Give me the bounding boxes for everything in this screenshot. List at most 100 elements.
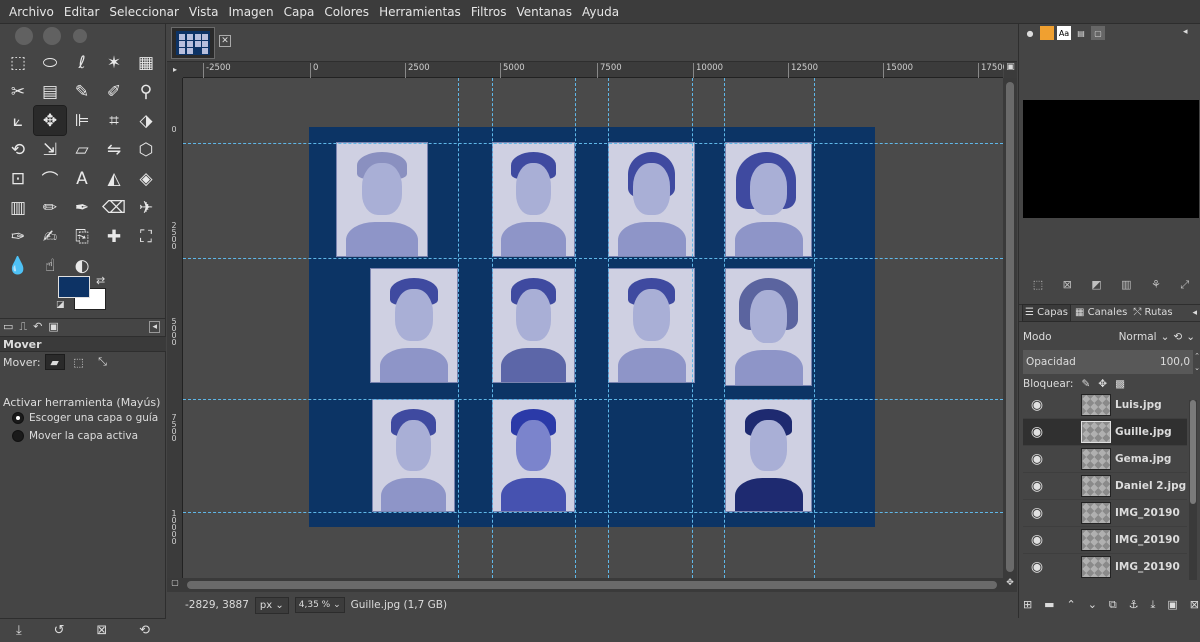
layer-row[interactable]: ◉ Daniel 2.jpg bbox=[1023, 473, 1187, 500]
vertical-scrollbar[interactable] bbox=[1003, 78, 1017, 578]
horizontal-scrollbar[interactable] bbox=[183, 578, 1003, 592]
brush-delete-icon[interactable]: ⤢ bbox=[1180, 278, 1189, 292]
horizontal-guide[interactable] bbox=[183, 143, 1003, 144]
text-icon[interactable]: A bbox=[66, 164, 98, 193]
move-icon[interactable]: ✥ bbox=[33, 105, 67, 136]
save-preset-icon[interactable]: ⤓ bbox=[16, 623, 22, 638]
move-path-mode-button[interactable]: ⤡ bbox=[93, 354, 113, 370]
opacity-stepper[interactable]: ⌃ ⌄ bbox=[1193, 350, 1200, 374]
zoom-select[interactable]: 4,35 % ⌄ bbox=[294, 597, 345, 613]
measure-icon[interactable]: ⟀ bbox=[2, 106, 34, 135]
new-layer-icon[interactable]: ⊞ bbox=[1023, 598, 1032, 612]
visibility-eye-icon[interactable]: ◉ bbox=[1023, 478, 1051, 494]
menu-filtros[interactable]: Filtros bbox=[466, 0, 512, 24]
layer-row[interactable]: ◉ IMG_20190 bbox=[1023, 527, 1187, 554]
menu-colores[interactable]: Colores bbox=[319, 0, 374, 24]
ink-icon[interactable]: ✑ bbox=[2, 222, 34, 251]
pencil-icon[interactable]: ✏ bbox=[34, 193, 66, 222]
layer-row[interactable]: ◉ IMG_20190 bbox=[1023, 554, 1187, 580]
fonts-tab-icon[interactable]: Aa bbox=[1057, 26, 1071, 40]
paths-icon[interactable]: ✎ bbox=[66, 77, 98, 106]
tab-rutas[interactable]: ⤲ Rutas bbox=[1131, 305, 1174, 321]
lock-alpha-icon[interactable]: ▩ bbox=[1115, 378, 1125, 390]
horizontal-ruler[interactable]: -2500 0 2500 5000 7500 10000 12500 15000 17500 bbox=[183, 62, 1008, 78]
blur-icon[interactable]: 💧 bbox=[2, 251, 34, 280]
vertical-guide[interactable] bbox=[608, 78, 609, 578]
horizontal-guide[interactable] bbox=[183, 512, 1003, 513]
dock-menu-icon[interactable]: ◂ bbox=[1183, 27, 1188, 37]
close-image-tab-icon[interactable]: ✕ bbox=[219, 35, 231, 47]
perspective-clone-icon[interactable]: ⛶ bbox=[130, 222, 162, 251]
layer-row[interactable]: ◉ Gema.jpg bbox=[1023, 446, 1187, 473]
brush-duplicate-icon[interactable]: ⚘ bbox=[1151, 278, 1161, 292]
unit-select[interactable]: px ⌄ bbox=[254, 596, 289, 614]
eraser-icon[interactable]: ⌫ bbox=[98, 193, 130, 222]
brush-list-icon[interactable]: ⊠ bbox=[1063, 278, 1072, 292]
vertical-ruler[interactable]: 0 2500 5000 7500 10000 bbox=[167, 78, 183, 578]
swap-colors-icon[interactable]: ⇄ bbox=[96, 274, 105, 287]
layers-scrollbar[interactable] bbox=[1189, 400, 1197, 580]
vertical-guide[interactable] bbox=[692, 78, 693, 578]
vertical-guide[interactable] bbox=[814, 78, 815, 578]
tab-menu-icon[interactable]: ◂ bbox=[149, 320, 160, 333]
tool-options-tab-icon[interactable]: ▭ bbox=[3, 320, 13, 333]
patterns-tab-icon[interactable]: ■ bbox=[1040, 26, 1054, 40]
layers-dock-menu-icon[interactable]: ◂ bbox=[1192, 308, 1197, 318]
reset-colors-icon[interactable]: ◪ bbox=[56, 300, 65, 310]
radio-pick-layer[interactable] bbox=[12, 412, 24, 424]
menu-editar[interactable]: Editar bbox=[59, 0, 105, 24]
free-select-icon[interactable]: ℓ bbox=[66, 48, 98, 77]
horizontal-guide[interactable] bbox=[183, 258, 1003, 259]
visibility-eye-icon[interactable]: ◉ bbox=[1023, 532, 1051, 548]
mode-reset-icon[interactable]: ⟲ bbox=[1173, 331, 1182, 343]
menu-capa[interactable]: Capa bbox=[279, 0, 320, 24]
move-selection-mode-button[interactable]: ⬚ bbox=[69, 354, 89, 370]
delete-preset-icon[interactable]: ⊠ bbox=[96, 623, 107, 638]
layer-row[interactable]: ◉ Guille.jpg bbox=[1023, 419, 1187, 446]
ruler-corner-icon[interactable]: ▸ bbox=[167, 62, 183, 78]
brush-edit-icon[interactable]: ◩ bbox=[1091, 278, 1101, 292]
restore-preset-icon[interactable]: ↺ bbox=[54, 623, 65, 638]
menu-ventanas[interactable]: Ventanas bbox=[511, 0, 577, 24]
paintbrush-icon[interactable]: ✒ bbox=[66, 193, 98, 222]
perspective-icon[interactable]: ⬡ bbox=[130, 135, 162, 164]
align-icon[interactable]: ⊫ bbox=[66, 106, 98, 135]
radio-pick-layer-row[interactable]: Escoger una capa o guía bbox=[12, 412, 158, 424]
flip-icon[interactable]: ⇋ bbox=[98, 135, 130, 164]
fuzzy-select-icon[interactable]: ✶ bbox=[98, 48, 130, 77]
navigate-icon[interactable]: ✥ bbox=[1003, 578, 1017, 592]
menu-vista[interactable]: Vista bbox=[184, 0, 224, 24]
mypaint-brush-icon[interactable]: ✍ bbox=[34, 222, 66, 251]
menu-archivo[interactable]: Archivo bbox=[4, 0, 59, 24]
gradient-icon[interactable]: ▥ bbox=[2, 193, 34, 222]
lock-position-icon[interactable]: ✥ bbox=[1098, 378, 1107, 390]
rotate-icon[interactable]: ⟲ bbox=[2, 135, 34, 164]
menu-seleccionar[interactable]: Seleccionar bbox=[104, 0, 183, 24]
scale-icon[interactable]: ⇲ bbox=[34, 135, 66, 164]
image-canvas[interactable] bbox=[183, 78, 1003, 578]
visibility-eye-icon[interactable]: ◉ bbox=[1023, 451, 1051, 467]
visibility-eye-icon[interactable]: ◉ bbox=[1023, 397, 1051, 413]
raise-layer-icon[interactable]: ⌃ bbox=[1067, 598, 1076, 612]
tab-capas[interactable]: ☰ Capas bbox=[1022, 304, 1071, 322]
opacity-slider[interactable]: Opacidad 100,0 bbox=[1023, 350, 1193, 374]
zoom-icon[interactable]: ⚲ bbox=[130, 77, 162, 106]
radio-move-active[interactable] bbox=[12, 430, 24, 442]
visibility-eye-icon[interactable]: ◉ bbox=[1023, 424, 1051, 440]
foreground-select-icon[interactable]: ▤ bbox=[34, 77, 66, 106]
device-status-tab-icon[interactable]: ⎍ bbox=[19, 320, 27, 334]
cage-icon[interactable]: ⊡ bbox=[2, 164, 34, 193]
mask-layer-icon[interactable]: ▣ bbox=[1167, 598, 1177, 612]
color-picker-icon[interactable]: ✐ bbox=[98, 77, 130, 106]
image-tab-thumbnail[interactable] bbox=[171, 27, 215, 59]
vertical-guide[interactable] bbox=[724, 78, 725, 578]
menu-ayuda[interactable]: Ayuda bbox=[577, 0, 624, 24]
menu-imagen[interactable]: Imagen bbox=[223, 0, 278, 24]
brush-grid-icon[interactable]: ⬚ bbox=[1033, 278, 1043, 292]
ellipse-select-icon[interactable]: ⬭ bbox=[34, 48, 66, 77]
document-history-tab-icon[interactable]: ▤ bbox=[1074, 26, 1088, 40]
foreground-color[interactable] bbox=[58, 276, 90, 298]
vertical-guide[interactable] bbox=[575, 78, 576, 578]
mode-select[interactable]: Normal ⌄ ⟲ ⌄ bbox=[1119, 331, 1195, 343]
images-tab-icon[interactable]: ▣ bbox=[48, 320, 58, 333]
